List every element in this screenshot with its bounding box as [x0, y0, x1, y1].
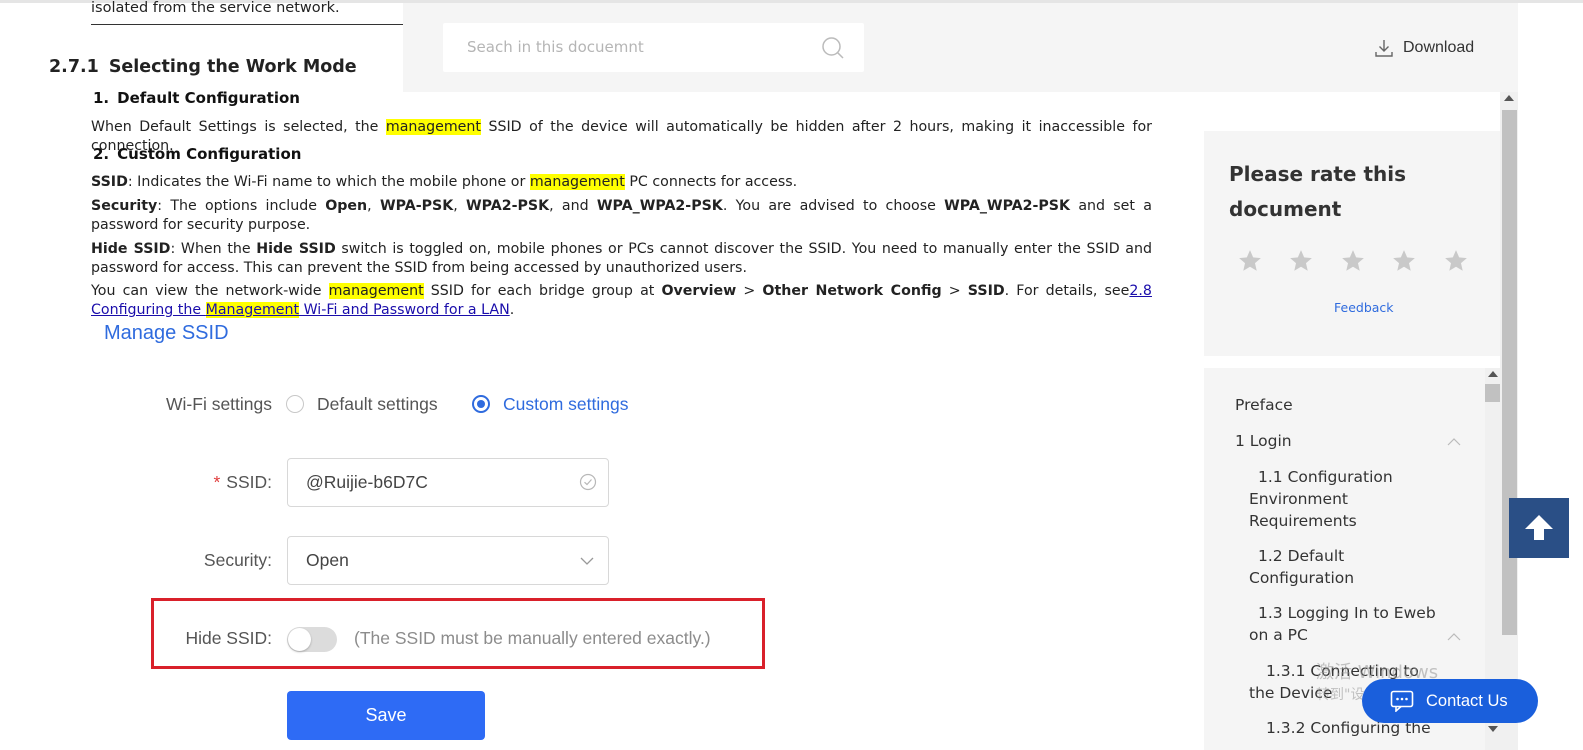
section-heading: 2.7.1 Selecting the Work Mode — [49, 57, 357, 77]
toc-item-preface[interactable]: Preface — [1235, 394, 1293, 416]
toc-scrollbar-thumb[interactable] — [1485, 384, 1501, 402]
subheading-custom-configuration: 2. Custom Configuration — [93, 145, 302, 163]
search-input[interactable] — [467, 36, 807, 58]
required-mark: * — [213, 472, 221, 492]
download-button[interactable]: Download — [1374, 36, 1474, 60]
toc-scroll-up-arrow[interactable] — [1488, 371, 1498, 377]
figure-title: Manage SSID — [104, 322, 229, 344]
check-circle-icon — [579, 473, 597, 491]
paragraph-network-wide: You can view the network-wide management… — [91, 283, 1152, 318]
chevron-down-icon — [580, 557, 594, 565]
search-box[interactable] — [443, 23, 864, 72]
chevron-up-icon[interactable] — [1447, 437, 1461, 447]
wifi-settings-label: Wi-Fi settings — [166, 394, 272, 414]
contact-us-label: Contact Us — [1426, 691, 1508, 710]
chat-icon — [1390, 690, 1414, 712]
rating-title: Please rate this document — [1229, 162, 1407, 221]
toc-item-1-2[interactable]: 1.2 Default Configuration — [1249, 545, 1399, 589]
toc-item-1-1[interactable]: 1.1 Configuration Environment Requiremen… — [1249, 466, 1399, 532]
paragraph-security: Security: The options include Open, WPA-… — [91, 198, 1152, 233]
option-custom-settings[interactable]: Custom settings — [503, 394, 628, 415]
section-number: 2.7.1 — [49, 57, 99, 77]
contact-us-button[interactable]: Contact Us — [1362, 679, 1538, 723]
star-icon[interactable] — [1288, 248, 1314, 274]
security-select[interactable]: Open — [287, 536, 609, 585]
hide-ssid-hint: (The SSID must be manually entered exact… — [354, 628, 711, 648]
toggle-knob — [288, 628, 311, 651]
section-title: Selecting the Work Mode — [108, 57, 357, 77]
star-icon[interactable] — [1391, 248, 1417, 274]
option-default-settings[interactable]: Default settings — [317, 394, 438, 415]
radio-custom-settings[interactable] — [472, 395, 490, 413]
download-icon — [1375, 40, 1393, 57]
previous-paragraph-tail: isolated from the service network. — [91, 0, 340, 16]
toc-item-login[interactable]: 1 Login — [1235, 430, 1292, 452]
divider — [91, 24, 403, 25]
download-label: Download — [1403, 39, 1475, 56]
security-value: Open — [306, 550, 349, 570]
ssid-label: * SSID: — [213, 472, 272, 492]
security-label: Security: — [203, 550, 272, 570]
toc-scroll-down-arrow[interactable] — [1488, 726, 1498, 732]
feedback-link[interactable]: Feedback — [1334, 300, 1394, 315]
star-icon[interactable] — [1340, 248, 1366, 274]
paragraph-hide-ssid: Hide SSID: When the Hide SSID switch is … — [91, 241, 1152, 276]
radio-default-settings[interactable] — [286, 395, 304, 413]
star-icon[interactable] — [1443, 248, 1469, 274]
hide-ssid-toggle[interactable] — [287, 627, 337, 652]
search-icon[interactable] — [821, 36, 845, 60]
paragraph-ssid: SSID: Indicates the Wi-Fi name to which … — [91, 174, 798, 190]
back-to-top-button[interactable] — [1509, 498, 1569, 558]
chevron-up-icon[interactable] — [1447, 632, 1461, 642]
toc-item-1-3[interactable]: 1.3 Logging In to Eweb on a PC — [1249, 602, 1439, 646]
ssid-value: @Ruijie-b6D7C — [306, 472, 428, 492]
subheading-default-configuration: 1. Default Configuration — [93, 89, 300, 107]
ssid-field[interactable]: @Ruijie-b6D7C — [287, 458, 609, 507]
page-scroll-up-arrow[interactable] — [1504, 95, 1514, 101]
arrow-up-icon — [1525, 515, 1553, 540]
hide-ssid-label: Hide SSID: — [185, 628, 272, 648]
save-button[interactable]: Save — [287, 691, 485, 740]
star-icon[interactable] — [1237, 248, 1263, 274]
